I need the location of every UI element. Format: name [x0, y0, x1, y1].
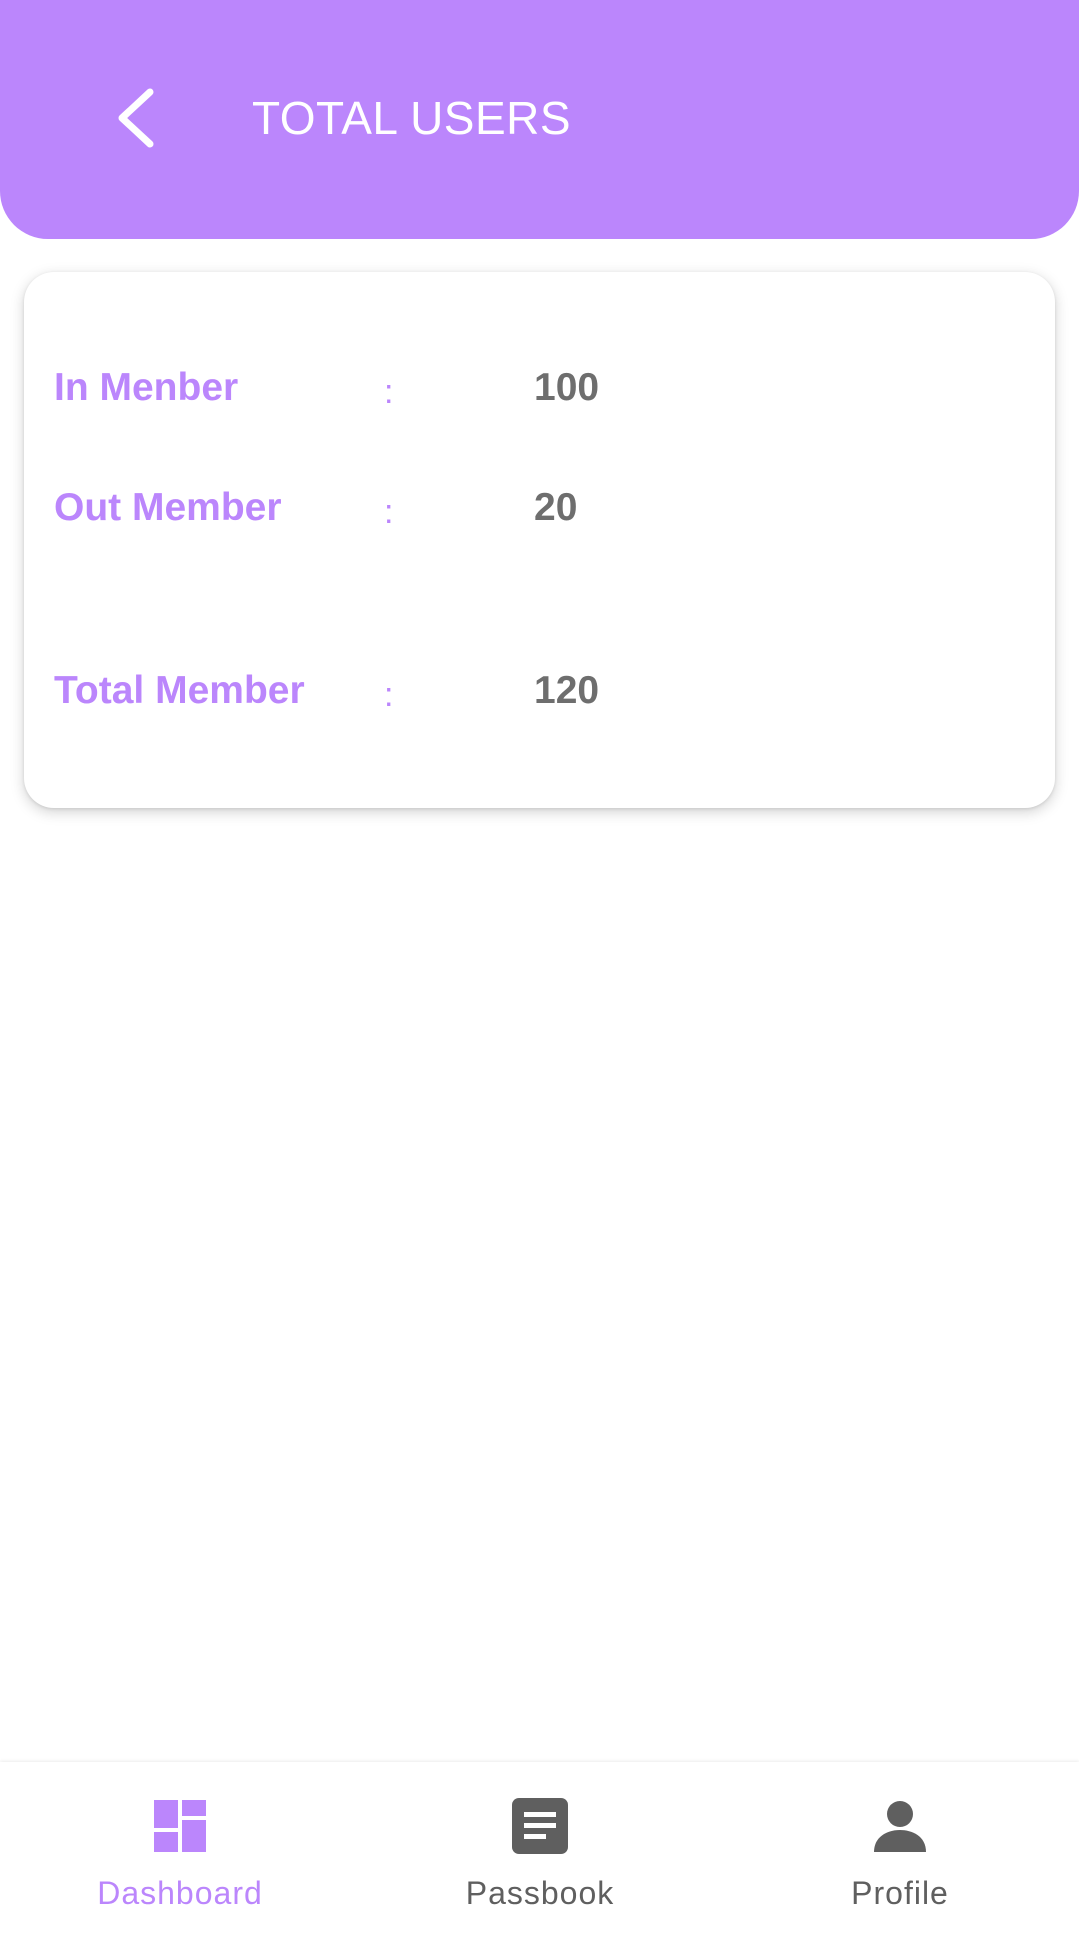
bottom-navigation: Dashboard Passbook Profile: [0, 1762, 1079, 1933]
in-member-label: In Menber: [54, 366, 239, 409]
back-button[interactable]: [100, 80, 176, 156]
in-member-row: In Menber : 100: [24, 358, 1055, 418]
out-member-row: Out Member : 20: [24, 478, 1055, 538]
nav-label-dashboard: Dashboard: [97, 1875, 263, 1911]
in-member-separator: :: [384, 373, 394, 411]
total-member-label: Total Member: [54, 669, 305, 712]
dashboard-icon: [148, 1794, 212, 1858]
chevron-left-icon: [118, 88, 154, 148]
out-member-separator: :: [384, 493, 394, 531]
out-member-label: Out Member: [54, 486, 282, 529]
total-member-value: 120: [534, 669, 600, 712]
page-title: TOTAL USERS: [252, 92, 572, 144]
total-member-row: Total Member : 120: [24, 661, 1055, 721]
passbook-icon: [508, 1794, 572, 1858]
app-header: TOTAL USERS: [0, 0, 1079, 239]
nav-label-passbook: Passbook: [465, 1875, 615, 1911]
nav-label-profile: Profile: [851, 1875, 949, 1911]
in-member-value: 100: [534, 366, 600, 409]
person-icon: [868, 1794, 932, 1858]
total-member-separator: :: [384, 676, 394, 714]
nav-item-passbook[interactable]: Passbook: [410, 1762, 670, 1933]
nav-item-profile[interactable]: Profile: [770, 1762, 1030, 1933]
nav-item-dashboard[interactable]: Dashboard: [50, 1762, 310, 1933]
member-summary-card: In Menber : 100 Out Member : 20 Total Me…: [24, 272, 1055, 808]
out-member-value: 20: [534, 486, 578, 529]
total-users-screen: TOTAL USERS In Menber : 100 Out Member :…: [0, 0, 1079, 1933]
